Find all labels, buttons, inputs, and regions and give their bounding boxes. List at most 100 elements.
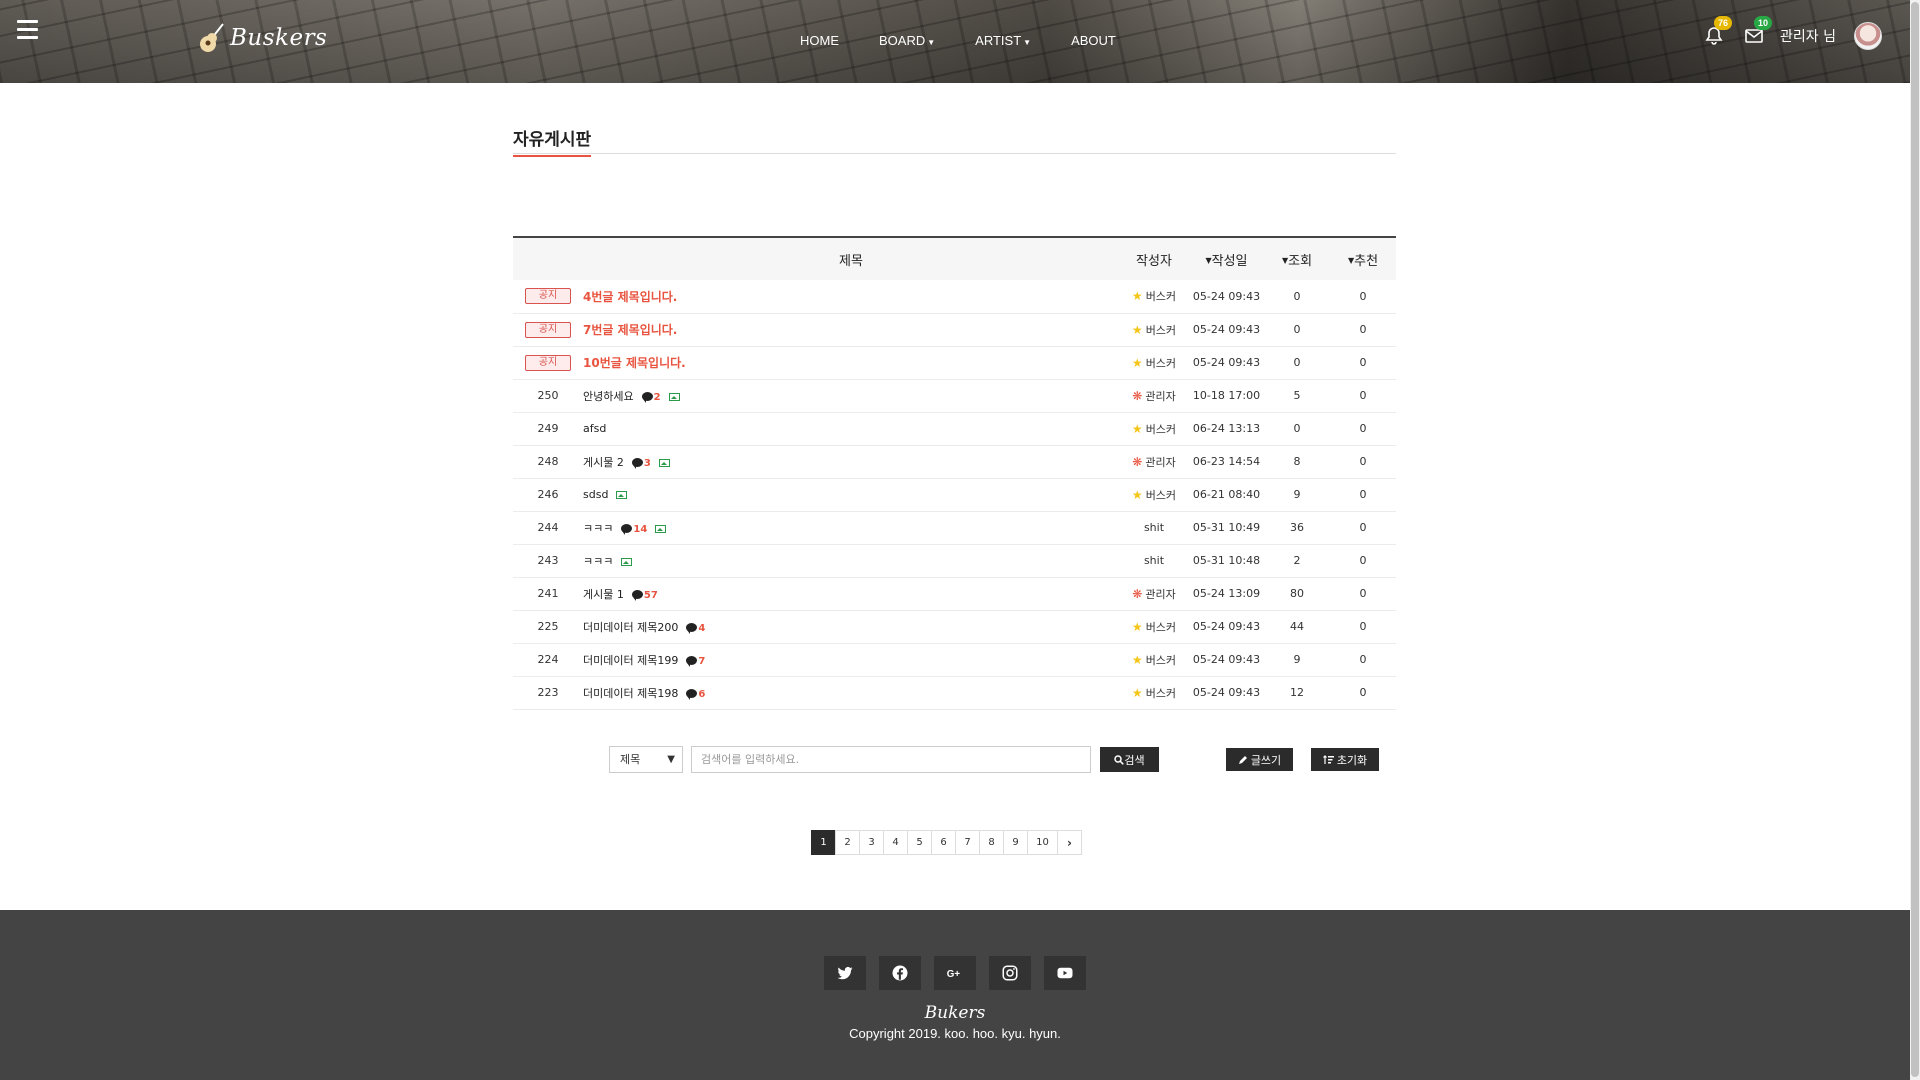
post-title-link[interactable]: ㅋㅋㅋ bbox=[583, 555, 613, 568]
comment-icon bbox=[641, 391, 653, 403]
search-input[interactable] bbox=[691, 746, 1091, 773]
page-8[interactable]: 8 bbox=[979, 830, 1004, 855]
post-author: 버스커 bbox=[1145, 290, 1177, 304]
hamburger-menu-icon[interactable] bbox=[17, 20, 38, 40]
scrollbar-thumb[interactable] bbox=[1911, 2, 1919, 1077]
comment-icon bbox=[686, 655, 698, 667]
post-likes: 0 bbox=[1330, 544, 1396, 578]
post-title-link[interactable]: 더미데이터 제목199 bbox=[583, 654, 678, 667]
sort-by-date[interactable]: ▼작성일 bbox=[1189, 237, 1264, 280]
post-date: 06-21 08:40 bbox=[1189, 478, 1264, 512]
post-title-link[interactable]: 더미데이터 제목198 bbox=[583, 687, 678, 700]
social-links: G+ bbox=[824, 956, 1099, 990]
next-page-button[interactable]: › bbox=[1057, 830, 1082, 855]
write-button[interactable]: 글쓰기 bbox=[1226, 748, 1293, 771]
notice-row: 공지 10번글 제목입니다. ★ 버스커 05-24 09:43 0 0 bbox=[513, 346, 1396, 380]
post-number: 225 bbox=[513, 610, 583, 644]
notifications-badge: 76 bbox=[1714, 16, 1733, 30]
post-title-link[interactable]: 7번글 제목입니다. bbox=[583, 323, 677, 337]
page-1[interactable]: 1 bbox=[811, 830, 836, 855]
page-title: 자유게시판 bbox=[513, 125, 592, 157]
page-4[interactable]: 4 bbox=[883, 830, 908, 855]
page-scrollbar[interactable] bbox=[1910, 0, 1920, 1080]
nav-about[interactable]: ABOUT bbox=[1071, 33, 1116, 48]
admin-icon: ❋ bbox=[1132, 454, 1143, 469]
post-date: 05-24 09:43 bbox=[1189, 346, 1264, 380]
star-icon: ★ bbox=[1131, 685, 1143, 700]
twitter-link[interactable] bbox=[824, 956, 866, 990]
brand-logo[interactable]: Buskers bbox=[198, 22, 327, 54]
post-views: 0 bbox=[1264, 280, 1330, 314]
table-row: 246 sdsd ★ 버스커 06-21 08:40 9 0 bbox=[513, 478, 1396, 512]
comment-count: 14 bbox=[621, 523, 647, 535]
search-icon bbox=[1114, 754, 1125, 765]
main-nav: HOME BOARD ▼ ARTIST ▼ ABOUT bbox=[800, 33, 1156, 48]
notice-row: 공지 4번글 제목입니다. ★ 버스커 05-24 09:43 0 0 bbox=[513, 280, 1396, 314]
post-title-link[interactable]: 4번글 제목입니다. bbox=[583, 290, 677, 304]
caret-down-icon: ▼ bbox=[927, 38, 936, 47]
notifications-button[interactable]: 76 bbox=[1704, 16, 1733, 46]
image-attached-icon bbox=[655, 524, 667, 533]
star-icon: ★ bbox=[1131, 322, 1143, 337]
page-7[interactable]: 7 bbox=[955, 830, 980, 855]
col-title: 제목 bbox=[839, 253, 863, 269]
sort-by-likes[interactable]: ▼추천 bbox=[1330, 237, 1396, 280]
nav-board[interactable]: BOARD ▼ bbox=[879, 33, 935, 48]
nav-home[interactable]: HOME bbox=[800, 33, 839, 48]
twitter-icon bbox=[837, 966, 853, 980]
page-9[interactable]: 9 bbox=[1003, 830, 1028, 855]
post-number: 246 bbox=[513, 478, 583, 512]
post-views: 9 bbox=[1264, 478, 1330, 512]
messages-button[interactable]: 10 bbox=[1744, 16, 1773, 46]
notice-badge: 공지 bbox=[525, 354, 571, 371]
table-row: 225 더미데이터 제목200 4 ★ 버스커 05-24 09:43 44 0 bbox=[513, 610, 1396, 644]
instagram-link[interactable] bbox=[989, 956, 1031, 990]
search-button[interactable]: 검색 bbox=[1100, 747, 1159, 772]
post-views: 5 bbox=[1264, 379, 1330, 413]
comment-count: 3 bbox=[631, 457, 651, 469]
nav-artist[interactable]: ARTIST ▼ bbox=[975, 33, 1031, 48]
post-views: 44 bbox=[1264, 610, 1330, 644]
post-date: 06-23 14:54 bbox=[1189, 445, 1264, 479]
post-title-link[interactable]: ㅋㅋㅋ bbox=[583, 522, 613, 535]
table-row: 250 안녕하세요 2 ❋ 관리자 10-18 17:00 5 0 bbox=[513, 379, 1396, 413]
facebook-icon bbox=[892, 965, 908, 981]
reset-button[interactable]: 초기화 bbox=[1311, 748, 1379, 771]
google-plus-link[interactable]: G+ bbox=[934, 956, 976, 990]
post-title-link[interactable]: 안녕하세요 bbox=[583, 390, 634, 403]
star-icon: ★ bbox=[1131, 421, 1143, 436]
post-title-link[interactable]: afsd bbox=[583, 422, 606, 435]
table-row: 244 ㅋㅋㅋ 14 shit 05-31 10:49 36 0 bbox=[513, 511, 1396, 545]
post-likes: 0 bbox=[1330, 313, 1396, 347]
post-views: 12 bbox=[1264, 676, 1330, 710]
comment-icon bbox=[686, 622, 698, 634]
sort-by-views[interactable]: ▼조회 bbox=[1264, 237, 1330, 280]
post-title-link[interactable]: 게시물 1 bbox=[583, 588, 624, 601]
post-title-link[interactable]: 10번글 제목입니다. bbox=[583, 356, 686, 370]
post-date: 05-24 09:43 bbox=[1189, 676, 1264, 710]
avatar[interactable] bbox=[1854, 22, 1882, 50]
post-author: 관리자 bbox=[1145, 389, 1176, 403]
page-6[interactable]: 6 bbox=[931, 830, 956, 855]
table-row: 241 게시물 1 57 ❋ 관리자 05-24 13:09 80 0 bbox=[513, 577, 1396, 611]
youtube-link[interactable] bbox=[1044, 956, 1086, 990]
admin-icon: ❋ bbox=[1132, 586, 1143, 601]
page-2[interactable]: 2 bbox=[835, 830, 860, 855]
post-likes: 0 bbox=[1330, 280, 1396, 314]
post-title-link[interactable]: 더미데이터 제목200 bbox=[583, 621, 678, 634]
page-10[interactable]: 10 bbox=[1027, 830, 1058, 855]
page-5[interactable]: 5 bbox=[907, 830, 932, 855]
post-likes: 0 bbox=[1330, 610, 1396, 644]
instagram-icon bbox=[1002, 965, 1018, 981]
notice-badge: 공지 bbox=[525, 288, 571, 305]
facebook-link[interactable] bbox=[879, 956, 921, 990]
search-type-select[interactable]: 제목 ▼ bbox=[609, 746, 683, 773]
page-3[interactable]: 3 bbox=[859, 830, 884, 855]
post-title-link[interactable]: sdsd bbox=[583, 488, 608, 501]
post-date: 05-24 09:43 bbox=[1189, 643, 1264, 677]
post-number: 243 bbox=[513, 544, 583, 578]
brand-name: Buskers bbox=[230, 25, 328, 51]
post-title-link[interactable]: 게시물 2 bbox=[583, 456, 624, 469]
comment-count: 2 bbox=[641, 391, 661, 403]
user-name[interactable]: 관리자 님 bbox=[1780, 26, 1836, 46]
